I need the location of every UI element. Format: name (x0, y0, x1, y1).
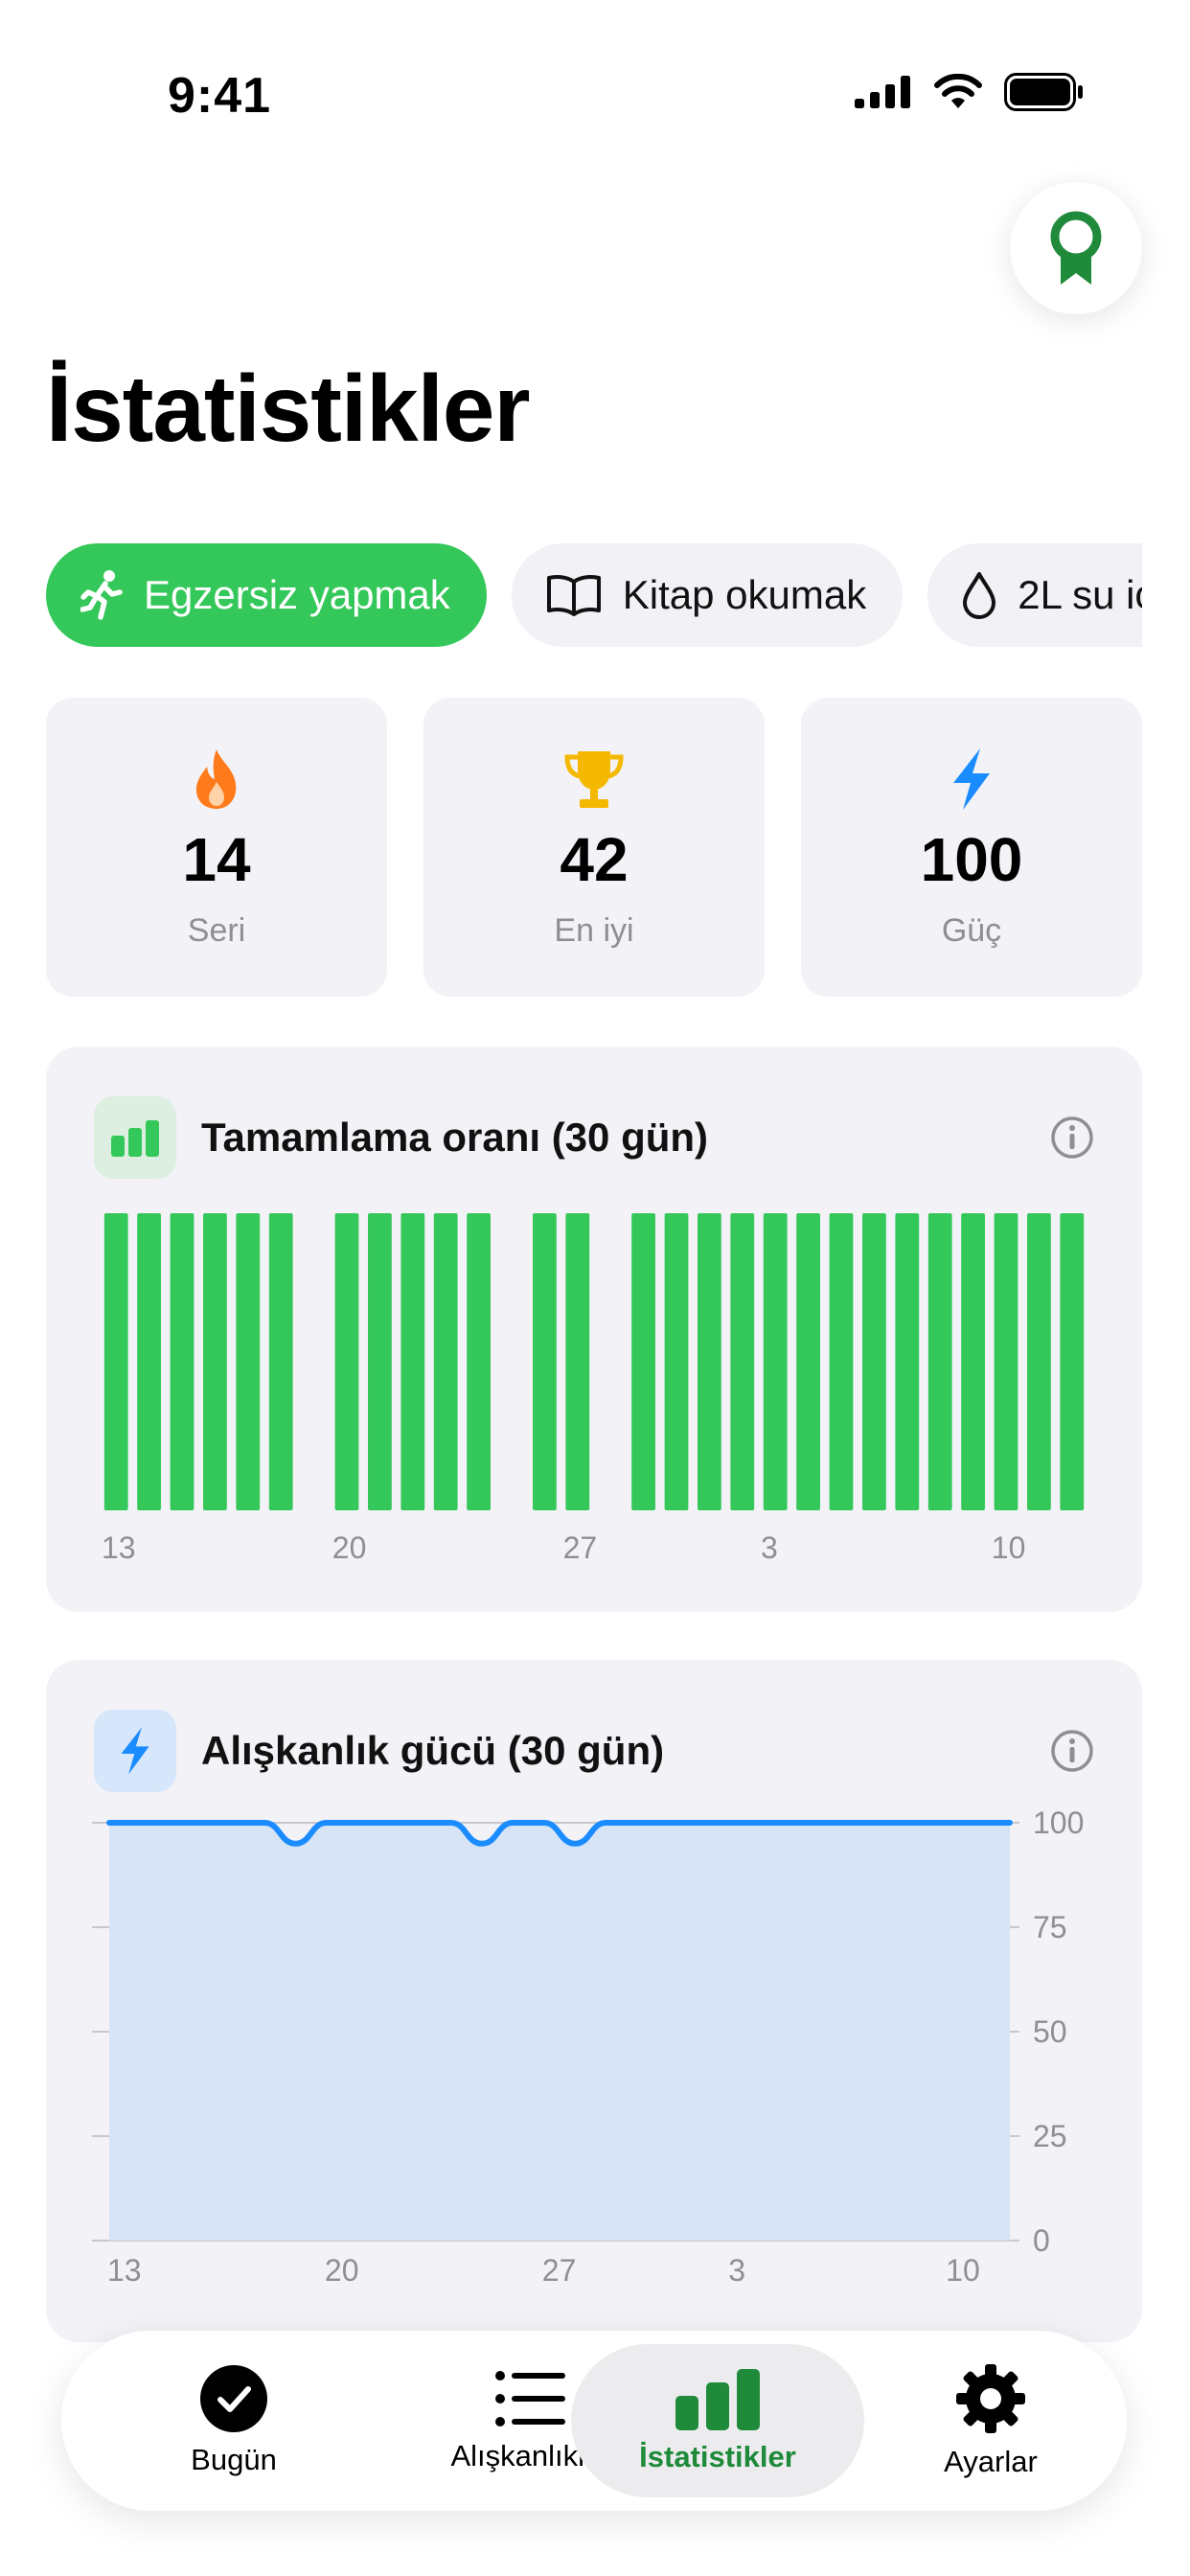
x-tick-label: 10 (946, 2253, 980, 2288)
completion-bar (763, 1213, 788, 1510)
stat-card-streak: 14 Seri (46, 698, 387, 997)
award-ribbon-icon (1050, 211, 1102, 285)
y-tick-label: 100 (1033, 1806, 1084, 1840)
completion-bar (170, 1213, 195, 1510)
page-title: İstatistikler (46, 356, 530, 461)
completion-bar (829, 1213, 854, 1510)
cellular-signal-icon (855, 76, 910, 108)
stat-label: En iyi (554, 912, 634, 949)
x-tick-label: 13 (107, 2253, 142, 2288)
water-drop-icon (963, 572, 996, 619)
running-figure-icon (80, 570, 123, 620)
stat-value: 42 (560, 825, 629, 894)
completion-bar (203, 1213, 227, 1510)
completion-bar-chart: 13 20 27 3 10 (102, 1213, 1085, 1565)
status-icons (855, 73, 1085, 111)
habit-chip-water[interactable]: 2L su iç (927, 543, 1142, 647)
tab-label: İstatistikler (639, 2440, 796, 2473)
flame-icon (192, 746, 241, 813)
y-tick-label: 50 (1033, 2014, 1067, 2049)
stat-label: Güç (941, 912, 1002, 949)
status-time: 9:41 (168, 68, 272, 124)
completion-rate-card: Tamamlama oranı (30 gün) 13 20 27 3 10 (46, 1046, 1142, 1612)
completion-bar (268, 1213, 293, 1510)
open-book-icon (546, 575, 601, 616)
stat-value: 100 (920, 825, 1023, 894)
gear-icon (956, 2364, 1025, 2433)
completion-bar (862, 1213, 886, 1510)
stat-label: Seri (187, 912, 246, 949)
completion-bar (433, 1213, 458, 1510)
bar-chart-icon (675, 2369, 760, 2430)
bolt-icon (950, 746, 994, 813)
habit-strength-area-chart: 100 75 50 25 0 13 20 27 3 10 (92, 1806, 1084, 2288)
completion-bar (236, 1213, 261, 1510)
stat-card-best: 42 En iyi (423, 698, 765, 997)
x-tick-label: 20 (332, 1530, 367, 1565)
completion-bar (664, 1213, 689, 1510)
completion-bar (961, 1213, 985, 1510)
x-tick-label: 27 (542, 2253, 577, 2288)
stats-row: 14 Seri 42 En iyi 100 Güç (46, 698, 1142, 997)
y-tick-label: 75 (1033, 1910, 1067, 1944)
battery-icon (1004, 73, 1083, 111)
completion-bar (467, 1213, 491, 1510)
list-icon (495, 2371, 565, 2426)
tab-today[interactable]: Bugün (138, 2344, 330, 2497)
scrolled-content-peek (0, 2511, 1190, 2576)
y-tick-label: 0 (1033, 2223, 1050, 2258)
checkmark-circle-icon (200, 2365, 267, 2432)
status-bar: 9:41 (0, 0, 1190, 192)
completion-bar (137, 1213, 161, 1510)
completion-bar (400, 1213, 425, 1510)
trophy-icon (562, 746, 626, 813)
tab-statistics[interactable]: İstatistikler (571, 2344, 864, 2497)
stat-value: 14 (182, 825, 251, 894)
x-tick-label: 20 (325, 2253, 359, 2288)
x-tick-label: 27 (563, 1530, 598, 1565)
completion-bar (698, 1213, 721, 1510)
tab-bar: Bugün Alışkanlıklar İstatistikler Ayarla… (61, 2331, 1127, 2511)
tab-settings[interactable]: Ayarlar (904, 2344, 1077, 2497)
stat-card-strength: 100 Güç (801, 698, 1142, 997)
habit-chip-reading[interactable]: Kitap okumak (511, 543, 904, 647)
habit-strength-card: Alışkanlık gücü (30 gün) 100 75 50 25 0 13 20 2… (46, 1660, 1142, 2342)
completion-bar (994, 1213, 1018, 1510)
x-tick-label: 10 (992, 1530, 1026, 1565)
completion-bar (796, 1213, 820, 1510)
habit-chip-label: Egzersiz yapmak (144, 572, 450, 617)
completion-bar (565, 1213, 590, 1510)
x-tick-label: 3 (728, 2253, 745, 2288)
achievements-button[interactable] (1010, 182, 1142, 314)
tab-label: Bugün (191, 2443, 277, 2476)
strength-area (109, 1823, 1010, 2241)
completion-bar (334, 1213, 359, 1510)
tab-label: Ayarlar (944, 2445, 1038, 2478)
habit-chip-label: 2L su iç (1018, 572, 1142, 617)
completion-bar (1027, 1213, 1051, 1510)
completion-bar (368, 1213, 392, 1510)
habit-selector: Egzersiz yapmak Kitap okumak 2L su iç (46, 543, 1142, 649)
habit-chip-exercise[interactable]: Egzersiz yapmak (46, 543, 487, 647)
wifi-icon (934, 74, 982, 108)
completion-bar (1060, 1213, 1085, 1510)
completion-bar (533, 1213, 557, 1510)
habit-chip-label: Kitap okumak (622, 572, 867, 617)
completion-bar (730, 1213, 755, 1510)
completion-bar (895, 1213, 920, 1510)
x-tick-label: 13 (102, 1530, 136, 1565)
completion-bar (927, 1213, 952, 1510)
x-tick-label: 3 (761, 1530, 778, 1565)
completion-bar (103, 1213, 128, 1510)
completion-bar (631, 1213, 655, 1510)
y-tick-label: 25 (1033, 2119, 1067, 2153)
